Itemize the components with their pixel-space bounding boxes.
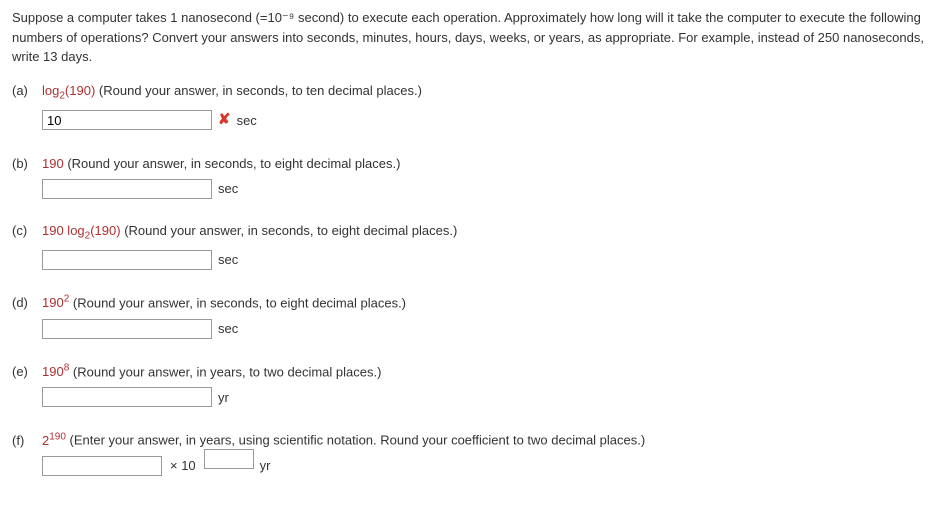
part-d-header: (d) 1902 (Round your answer, in seconds,… <box>12 292 937 313</box>
part-e-unit: yr <box>218 388 229 408</box>
part-d: (d) 1902 (Round your answer, in seconds,… <box>12 292 937 339</box>
part-a-input[interactable] <box>42 110 212 130</box>
part-b-input[interactable] <box>42 179 212 199</box>
part-a-unit: sec <box>237 111 257 131</box>
part-e-label: (e) <box>12 362 34 382</box>
part-f-answer-row: × 10 yr <box>42 456 937 476</box>
part-a: (a) log2(190) (Round your answer, in sec… <box>12 81 937 132</box>
part-d-expression: 1902 <box>42 295 69 310</box>
part-c-header: (c) 190 log2(190) (Round your answer, in… <box>12 221 937 244</box>
part-c-unit: sec <box>218 250 238 270</box>
part-c-label: (c) <box>12 221 34 241</box>
part-a-instruction: (Round your answer, in seconds, to ten d… <box>99 83 422 98</box>
part-b-header: (b) 190 (Round your answer, in seconds, … <box>12 154 937 174</box>
part-b-answer-row: sec <box>42 179 937 199</box>
part-c: (c) 190 log2(190) (Round your answer, in… <box>12 221 937 270</box>
part-f-exponent-input[interactable] <box>204 449 254 469</box>
part-e-answer-row: yr <box>42 387 937 407</box>
part-b: (b) 190 (Round your answer, in seconds, … <box>12 154 937 200</box>
part-c-answer-row: sec <box>42 250 937 270</box>
part-d-label: (d) <box>12 293 34 313</box>
part-b-expression: 190 <box>42 156 64 171</box>
part-b-label: (b) <box>12 154 34 174</box>
part-c-instruction: (Round your answer, in seconds, to eight… <box>124 223 457 238</box>
part-d-input[interactable] <box>42 319 212 339</box>
part-a-label: (a) <box>12 81 34 101</box>
part-f-header: (f) 2190 (Enter your answer, in years, u… <box>12 429 937 450</box>
part-f-label: (f) <box>12 431 34 451</box>
part-e-instruction: (Round your answer, in years, to two dec… <box>73 364 382 379</box>
part-f-instruction: (Enter your answer, in years, using scie… <box>70 433 646 448</box>
part-e-header: (e) 1908 (Round your answer, in years, t… <box>12 361 937 382</box>
part-e-expression: 1908 <box>42 364 69 379</box>
part-d-unit: sec <box>218 319 238 339</box>
part-c-input[interactable] <box>42 250 212 270</box>
part-a-header: (a) log2(190) (Round your answer, in sec… <box>12 81 937 104</box>
part-a-expression: log2(190) <box>42 83 95 98</box>
problem-intro: Suppose a computer takes 1 nanosecond (=… <box>12 8 937 67</box>
part-e-input[interactable] <box>42 387 212 407</box>
part-b-instruction: (Round your answer, in seconds, to eight… <box>67 156 400 171</box>
part-b-unit: sec <box>218 179 238 199</box>
part-d-answer-row: sec <box>42 319 937 339</box>
part-c-expression: 190 log2(190) <box>42 223 121 238</box>
part-d-instruction: (Round your answer, in seconds, to eight… <box>73 295 406 310</box>
part-f-coefficient-input[interactable] <box>42 456 162 476</box>
part-f-expression: 2190 <box>42 433 66 448</box>
part-f: (f) 2190 (Enter your answer, in years, u… <box>12 429 937 476</box>
times-ten-label: × 10 <box>170 456 196 476</box>
part-a-answer-row: ✘ sec <box>42 109 937 132</box>
part-e: (e) 1908 (Round your answer, in years, t… <box>12 361 937 408</box>
part-f-unit: yr <box>260 456 271 476</box>
wrong-icon: ✘ <box>218 109 231 132</box>
